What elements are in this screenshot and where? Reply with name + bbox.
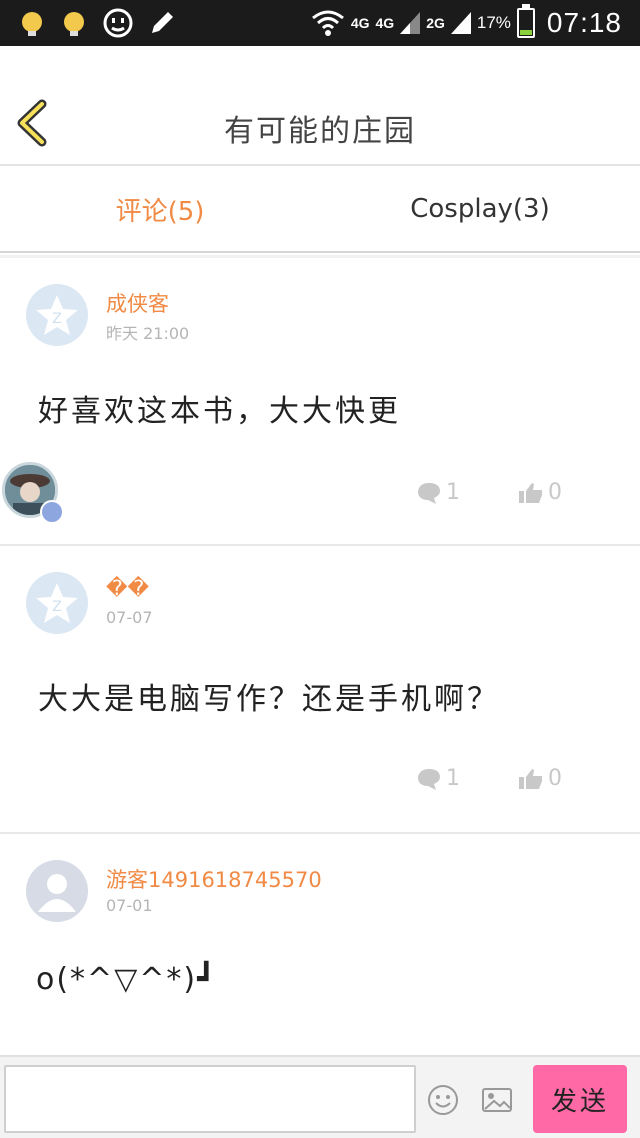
status-bar: 4G 4G 2G 17% 07:18 bbox=[0, 0, 640, 46]
comment-input[interactable] bbox=[4, 1065, 416, 1133]
comment-item: 游客1491618745570 07-01 o(*^▽^*)┛ bbox=[0, 834, 640, 1054]
signal-icon bbox=[400, 12, 421, 34]
reply-button[interactable]: 1 bbox=[416, 480, 460, 505]
battery-icon bbox=[516, 4, 535, 38]
tab-comments[interactable]: 评论(5) bbox=[0, 166, 320, 252]
avatar[interactable] bbox=[26, 860, 88, 922]
thumbs-up-icon bbox=[519, 768, 542, 789]
default-user-icon bbox=[38, 874, 76, 912]
network-label-1: 4G bbox=[350, 15, 370, 31]
emoji-icon[interactable] bbox=[426, 1083, 460, 1117]
pencil-notification-icon bbox=[152, 12, 173, 33]
star-avatar-icon: Z bbox=[36, 295, 78, 335]
like-button[interactable]: 0 bbox=[518, 480, 562, 505]
compose-bar: 发送 bbox=[0, 1055, 640, 1138]
lightbulb-notification-icon bbox=[22, 12, 42, 36]
reply-count: 1 bbox=[446, 480, 460, 505]
tab-bar: 评论(5) Cosplay(3) bbox=[0, 166, 640, 252]
thumbs-up-icon bbox=[519, 482, 542, 503]
comment-text: 大大是电脑写作？还是手机啊？ bbox=[38, 682, 500, 717]
star-avatar-icon: Z bbox=[36, 583, 78, 623]
svg-text:Z: Z bbox=[52, 311, 62, 327]
like-button[interactable]: 0 bbox=[518, 766, 562, 791]
comment-author[interactable]: �� bbox=[106, 576, 149, 600]
comment-actions: 1 0 bbox=[416, 480, 562, 505]
comment-time: 07-01 bbox=[106, 896, 153, 915]
comment-text: o(*^▽^*)┛ bbox=[36, 962, 218, 997]
comment-item: Z �� 07-07 大大是电脑写作？还是手机啊？ 1 0 bbox=[0, 546, 640, 832]
tab-cosplay[interactable]: Cosplay(3) bbox=[320, 166, 640, 252]
signal-icon bbox=[450, 12, 471, 34]
comment-time: 昨天 21:00 bbox=[106, 324, 190, 343]
tabs-divider bbox=[0, 251, 640, 253]
like-count: 0 bbox=[548, 766, 562, 791]
header: 有可能的庄园 bbox=[0, 46, 640, 164]
comment-author[interactable]: 成侠客 bbox=[106, 288, 169, 318]
network-label-2: 4G bbox=[375, 15, 395, 31]
reply-button[interactable]: 1 bbox=[416, 766, 460, 791]
svg-text:Z: Z bbox=[52, 599, 62, 615]
send-button[interactable]: 发送 bbox=[533, 1065, 627, 1133]
network-label-3: 2G bbox=[426, 15, 445, 31]
comment-author[interactable]: 游客1491618745570 bbox=[106, 864, 322, 894]
chat-bubble-icon bbox=[418, 768, 440, 790]
chat-face-notification-icon bbox=[103, 8, 133, 38]
avatar[interactable]: Z bbox=[26, 572, 88, 634]
reply-count: 1 bbox=[446, 766, 460, 791]
comment-time: 07-07 bbox=[106, 608, 153, 627]
wifi-icon bbox=[311, 10, 344, 36]
user-badge-icon bbox=[40, 500, 64, 524]
comment-text: 好喜欢这本书，大大快更 bbox=[38, 394, 401, 429]
page-title: 有可能的庄园 bbox=[224, 114, 416, 149]
clock: 07:18 bbox=[546, 7, 622, 38]
like-count: 0 bbox=[548, 480, 562, 505]
battery-percent: 17% bbox=[476, 13, 511, 32]
avatar[interactable]: Z bbox=[26, 284, 88, 346]
status-indicators: 4G 4G 2G 17% 07:18 bbox=[311, 0, 622, 46]
chat-bubble-icon bbox=[418, 482, 440, 504]
comment-actions: 1 0 bbox=[416, 766, 562, 791]
lightbulb-notification-icon bbox=[64, 12, 84, 36]
comment-item: Z 成侠客 昨天 21:00 好喜欢这本书，大大快更 1 0 bbox=[0, 258, 640, 544]
image-icon[interactable] bbox=[480, 1083, 514, 1117]
